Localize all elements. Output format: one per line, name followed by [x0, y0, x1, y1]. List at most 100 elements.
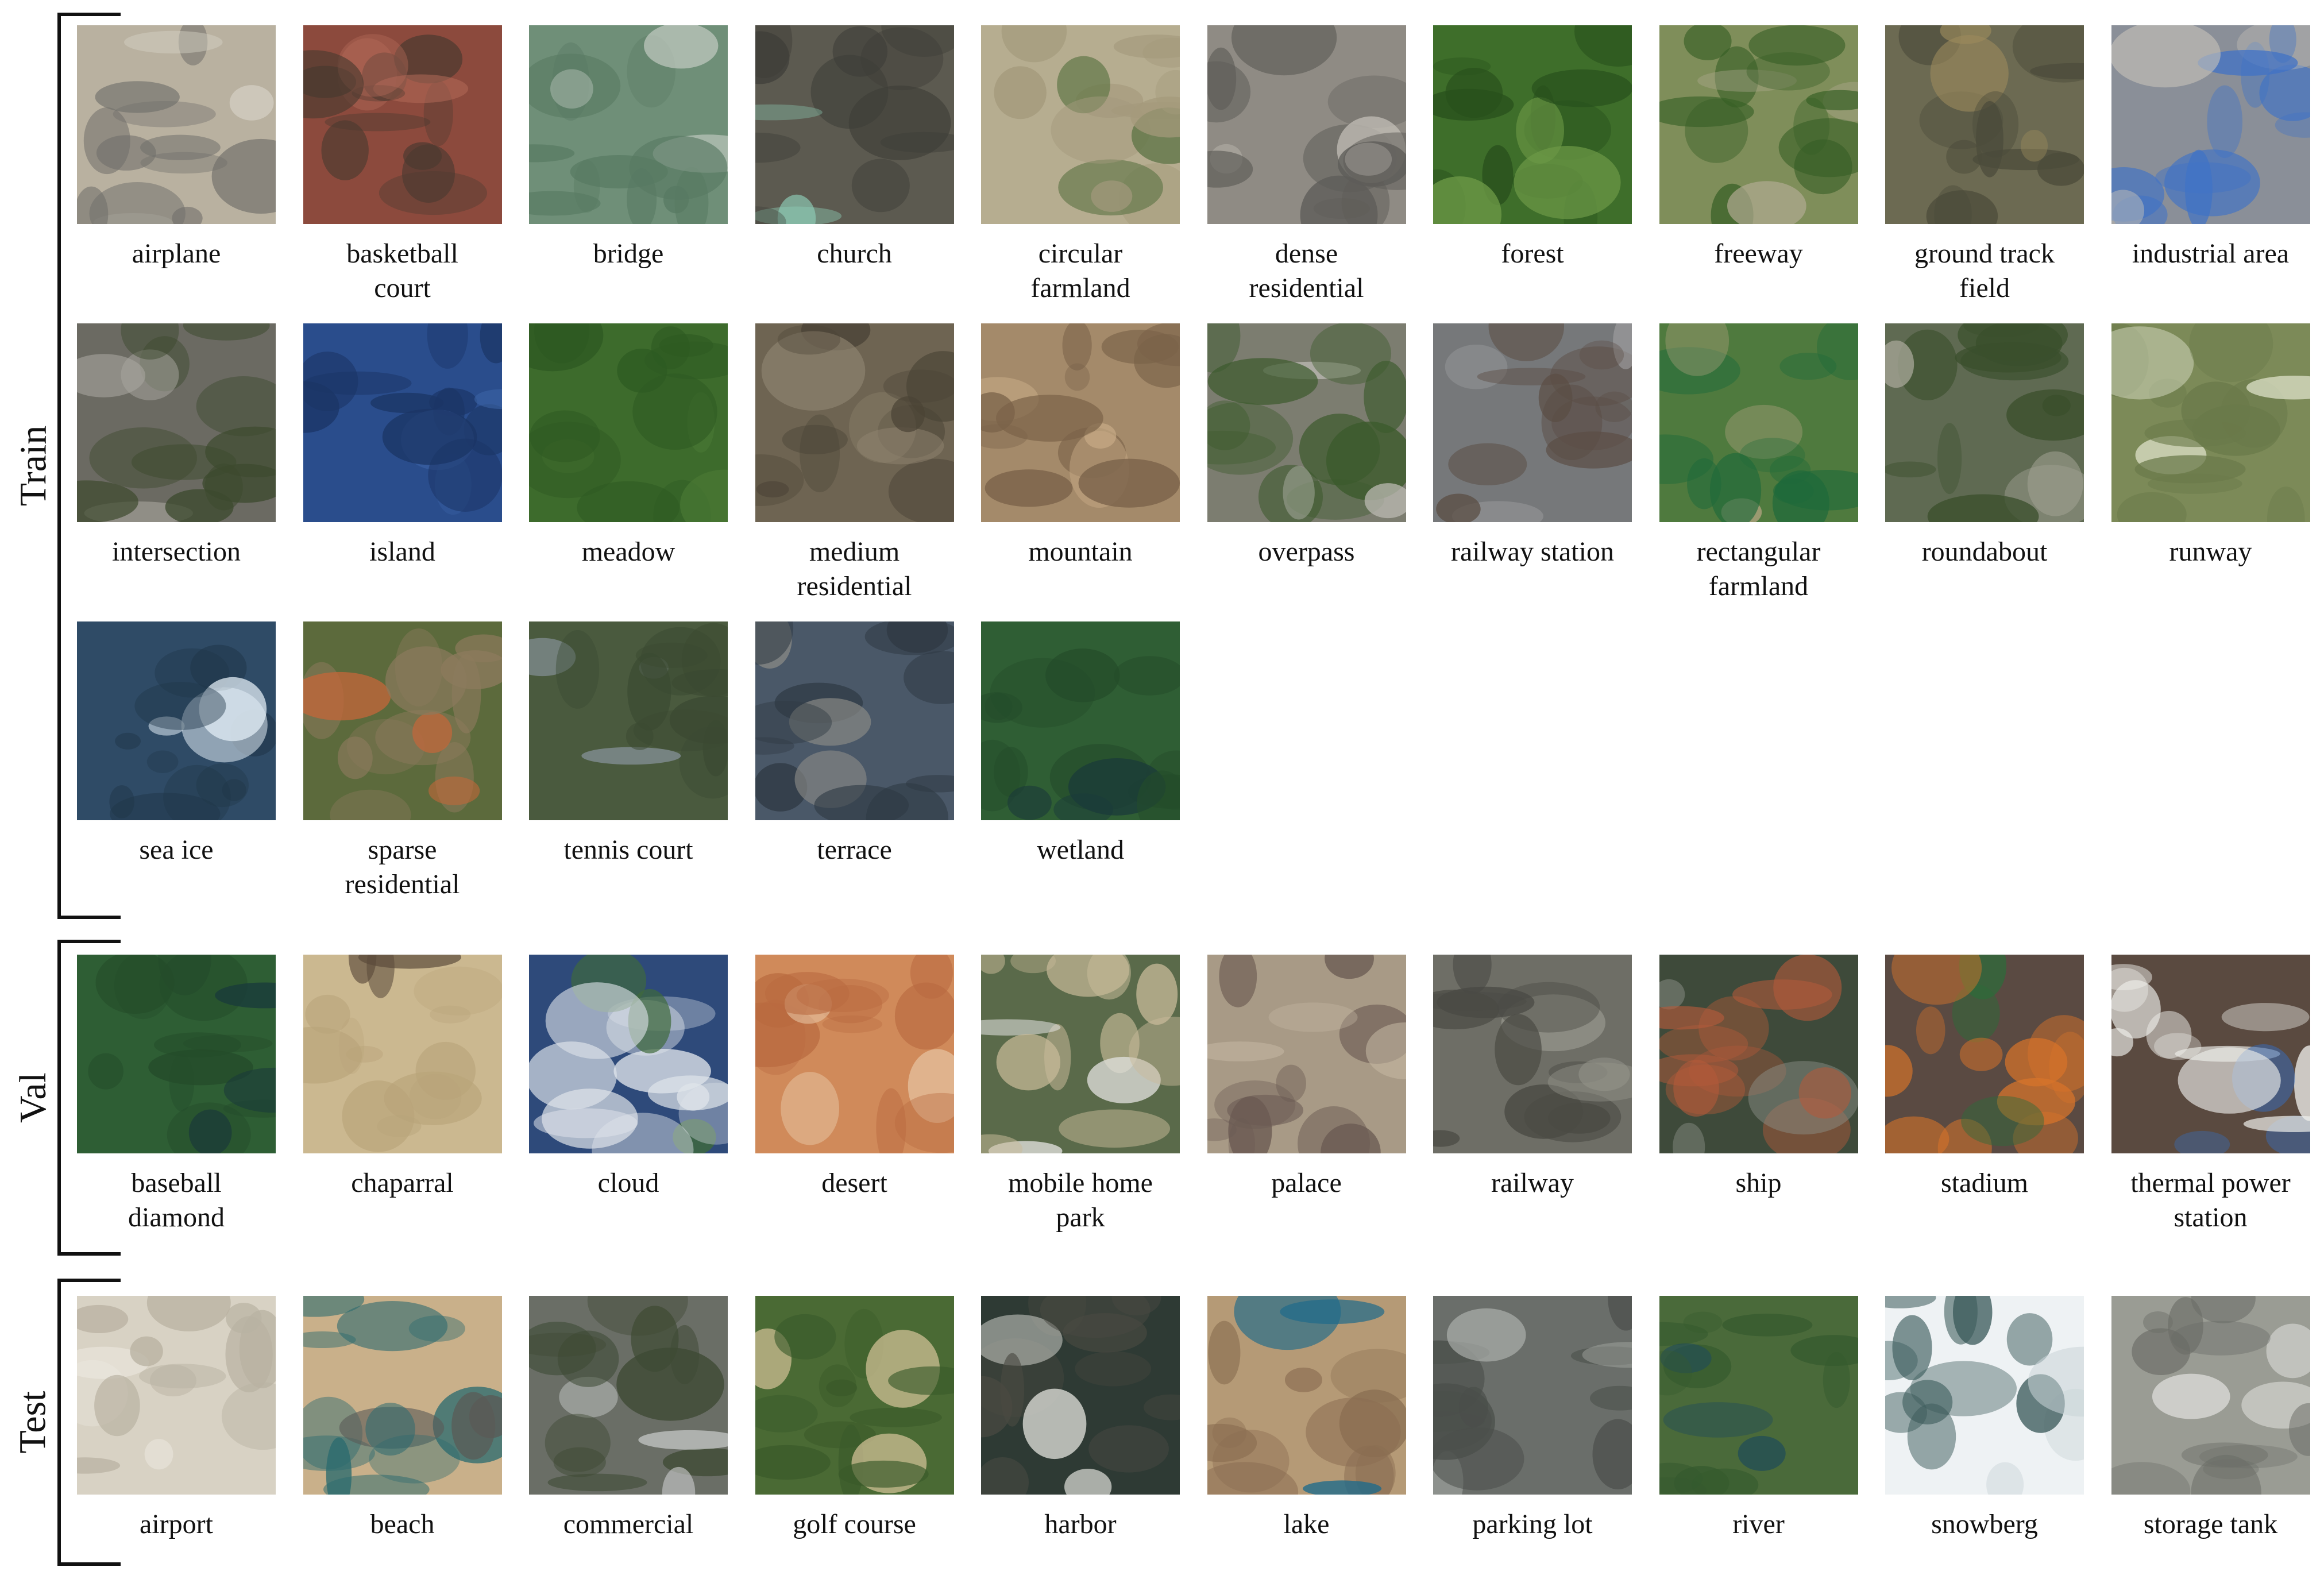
thumbnail-tile: bridge [529, 25, 728, 271]
scene-caption: snowberg [1931, 1509, 2038, 1539]
scene-image [755, 1296, 954, 1495]
thumbnail-tile: wetland [981, 621, 1180, 867]
scene-caption: river [1732, 1509, 1785, 1539]
scene-caption: lake [1283, 1509, 1330, 1539]
scene-caption: desert [821, 1168, 887, 1198]
scene-image [1433, 955, 1632, 1153]
scene-caption: terrace [817, 835, 892, 865]
scene-caption: mountain [1028, 536, 1133, 567]
scene-caption: storage tank [2143, 1509, 2278, 1539]
thumbnail-tile: desert [755, 955, 954, 1200]
scene-image [1207, 323, 1406, 522]
scene-caption: medium residential [797, 536, 912, 601]
scene-image [77, 955, 276, 1153]
scene-caption: overpass [1258, 536, 1355, 567]
scene-caption: sea ice [139, 835, 214, 865]
scene-image [77, 25, 276, 224]
scene-image [981, 621, 1180, 820]
scene-image [2111, 955, 2310, 1153]
thumbnail-tile: airplane [77, 25, 276, 271]
scene-image [755, 621, 954, 820]
scene-image [529, 25, 728, 224]
train-label-wrap: Train [10, 13, 56, 919]
scene-caption: roundabout [1921, 536, 2048, 567]
scene-image [303, 323, 502, 522]
thumbnail-tile: storage tank [2111, 1296, 2310, 1542]
scene-image [981, 1296, 1180, 1495]
thumbnail-tile: golf course [755, 1296, 954, 1542]
thumbnail-tile: airport [77, 1296, 276, 1542]
thumbnail-tile: terrace [755, 621, 954, 867]
thumbnail-tile: church [755, 25, 954, 271]
scene-image [981, 955, 1180, 1153]
thumbnail-tile: mountain [981, 323, 1180, 569]
scene-caption: freeway [1714, 238, 1803, 269]
scene-caption: ground track field [1914, 238, 2055, 303]
scene-caption: thermal power station [2130, 1168, 2291, 1233]
scene-image [529, 621, 728, 820]
scene-image [1207, 955, 1406, 1153]
section-label: Train [12, 425, 55, 507]
scene-caption: basketball court [346, 238, 458, 303]
thumbnail-tile: ground track field [1885, 25, 2084, 306]
scene-image [755, 25, 954, 224]
scene-image [1207, 25, 1406, 224]
scene-image [1659, 1296, 1858, 1495]
thumbnail-tile: beach [303, 1296, 502, 1542]
thumbnail-tile: rectangular farmland [1659, 323, 1858, 604]
thumbnail-tile: river [1659, 1296, 1858, 1542]
scene-image [2111, 323, 2310, 522]
scene-caption: church [817, 238, 892, 269]
scene-caption: wetland [1037, 835, 1124, 865]
scene-image [303, 1296, 502, 1495]
scene-caption: palace [1271, 1168, 1342, 1198]
thumbnail-tile: runway [2111, 323, 2310, 569]
val-label-wrap: Val [10, 940, 56, 1256]
thumbnail-tile: tennis court [529, 621, 728, 867]
thumbnail-tile: stadium [1885, 955, 2084, 1200]
section-label: Test [12, 1391, 54, 1454]
thumbnail-tile: cloud [529, 955, 728, 1200]
scene-caption: mobile home park [1008, 1168, 1153, 1233]
scene-caption: cloud [597, 1168, 659, 1198]
thumbnail-tile: forest [1433, 25, 1632, 271]
scene-caption: bridge [593, 238, 664, 269]
scene-caption: tennis court [563, 835, 693, 865]
scene-caption: harbor [1044, 1509, 1117, 1539]
scene-image [77, 1296, 276, 1495]
scene-caption: meadow [581, 536, 675, 567]
thumbnail-tile: circular farmland [981, 25, 1180, 306]
scene-caption: golf course [793, 1509, 916, 1539]
thumbnail-tile: basketball court [303, 25, 502, 306]
thumbnail-tile: harbor [981, 1296, 1180, 1542]
scene-caption: ship [1735, 1168, 1782, 1198]
section-label: Val [12, 1072, 55, 1123]
scene-image [1885, 25, 2084, 224]
scene-caption: railway [1491, 1168, 1574, 1198]
thumbnail-tile: overpass [1207, 323, 1406, 569]
scene-caption: intersection [112, 536, 241, 567]
scene-caption: forest [1501, 238, 1564, 269]
thumbnail-tile: sea ice [77, 621, 276, 867]
scene-caption: airport [140, 1509, 213, 1539]
scene-image [529, 323, 728, 522]
test-label-wrap: Test [10, 1279, 56, 1566]
scene-image [981, 323, 1180, 522]
thumbnail-tile: lake [1207, 1296, 1406, 1542]
scene-caption: commercial [563, 1509, 694, 1539]
scene-image [303, 955, 502, 1153]
thumbnail-tile: roundabout [1885, 323, 2084, 569]
scene-image [1433, 323, 1632, 522]
scene-image [2111, 1296, 2310, 1495]
scene-image [1885, 1296, 2084, 1495]
scene-caption: parking lot [1472, 1509, 1593, 1539]
scene-image [77, 621, 276, 820]
scene-image [1659, 323, 1858, 522]
scene-caption: baseball diamond [128, 1168, 225, 1233]
scene-image [1659, 25, 1858, 224]
thumbnail-tile: snowberg [1885, 1296, 2084, 1542]
scene-caption: chaparral [351, 1168, 454, 1198]
scene-image [303, 621, 502, 820]
scene-caption: runway [2169, 536, 2252, 567]
scene-caption: beach [370, 1509, 435, 1539]
